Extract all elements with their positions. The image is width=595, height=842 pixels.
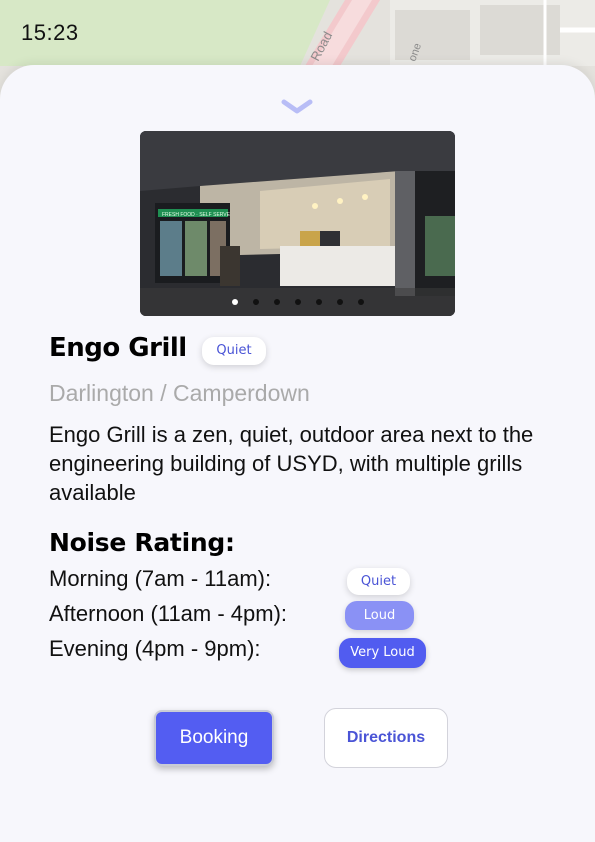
carousel-dot[interactable] (294, 299, 301, 305)
period-label-afternoon: Afternoon (11am - 4pm): (49, 601, 288, 626)
noise-rating-heading: Noise Rating: (49, 528, 235, 557)
place-photo-carousel[interactable]: FRESH FOOD · SELF SERVE (140, 131, 455, 316)
carousel-dots (140, 288, 455, 316)
period-label-evening: Evening (4pm - 9pm): (49, 636, 261, 661)
place-description: Engo Grill is a zen, quiet, outdoor area… (49, 422, 534, 505)
carousel-dot[interactable] (273, 299, 280, 305)
period-label-morning: Morning (7am - 11am): (49, 566, 272, 591)
booking-button[interactable]: Booking (154, 710, 274, 766)
carousel-dot[interactable] (252, 299, 259, 305)
carousel-dot[interactable] (336, 299, 343, 305)
chevron-down-icon[interactable] (280, 99, 314, 115)
carousel-dot[interactable] (315, 299, 322, 305)
directions-button[interactable]: Directions (324, 708, 448, 768)
carousel-dot[interactable] (231, 299, 238, 305)
place-title: Engo Grill (49, 333, 187, 363)
status-bar-time: 15:23 (21, 20, 79, 45)
carousel-dot[interactable] (357, 299, 364, 305)
noise-badge-afternoon: Loud (345, 601, 414, 630)
noise-badge-evening: Very Loud (339, 638, 426, 668)
svg-text:FRESH FOOD · SELF SERVE: FRESH FOOD · SELF SERVE (162, 212, 231, 218)
noise-badge-morning: Quiet (347, 568, 410, 595)
place-location: Darlington / Camperdown (49, 380, 310, 406)
current-noise-badge: Quiet (202, 337, 266, 365)
